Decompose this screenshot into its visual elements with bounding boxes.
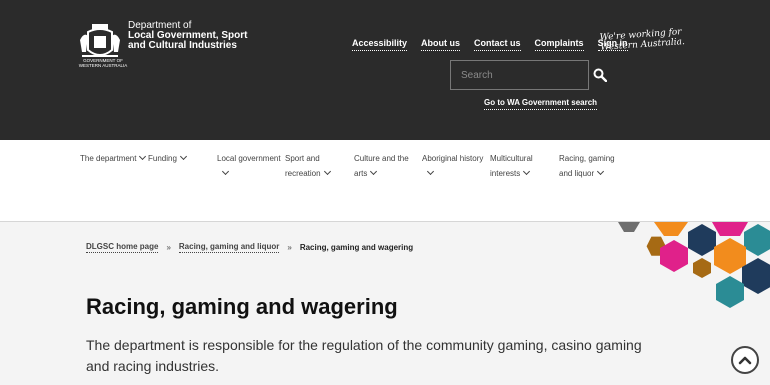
nav-label-line-1: Racing, gaming — [559, 154, 615, 163]
nav-label-line-2: arts — [354, 169, 368, 178]
nav-item-culture-and-the-arts[interactable]: Culture and the arts — [354, 151, 409, 181]
breadcrumb-parent-link[interactable]: Racing, gaming and liquor — [178, 242, 280, 253]
utility-links: Accessibility About us Contact us Compla… — [352, 38, 628, 51]
nav-item-aboriginal-history[interactable]: Aboriginal history — [422, 151, 483, 181]
wa-tagline: We're working for Western Australia. — [599, 27, 685, 53]
decorative-hexagons — [618, 222, 770, 308]
chevron-down-icon — [179, 152, 187, 161]
search-icon — [593, 68, 607, 82]
logo-line-3: and Cultural Industries — [128, 40, 237, 51]
hexagon — [742, 258, 770, 294]
hexagon — [716, 276, 744, 308]
nav-label: Funding — [148, 154, 177, 163]
about-us-link[interactable]: About us — [421, 38, 461, 51]
hexagon — [714, 238, 746, 274]
breadcrumb-home-link[interactable]: DLGSC home page — [86, 242, 159, 253]
nav-label-line-1: Multicultural — [490, 154, 533, 163]
nav-label-line-2: interests — [490, 169, 521, 178]
page-title: Racing, gaming and wagering — [86, 294, 398, 319]
chevron-down-icon — [221, 167, 230, 176]
chevron-down-icon — [597, 167, 605, 176]
chevron-down-icon — [426, 167, 435, 176]
back-to-top-button[interactable] — [731, 346, 759, 374]
hexagon — [693, 258, 711, 278]
complaints-link[interactable]: Complaints — [534, 38, 584, 51]
main-navigation: The department Funding Local government … — [0, 140, 770, 222]
hexagon — [712, 222, 748, 236]
breadcrumb: DLGSC home page » Racing, gaming and liq… — [86, 242, 413, 253]
nav-label: Aboriginal history — [422, 154, 484, 163]
logo-subtitle: GOVERNMENT OF WESTERN AUSTRALIA — [78, 58, 128, 68]
nav-item-the-department[interactable]: The department — [80, 151, 147, 166]
chevron-down-icon — [370, 167, 378, 176]
search-button[interactable] — [593, 61, 607, 89]
nav-label: The department — [80, 154, 137, 163]
hexagon — [654, 222, 688, 236]
nav-label-line-1: Sport and — [285, 154, 320, 163]
chevron-down-icon — [523, 167, 531, 176]
wa-government-search-link[interactable]: Go to WA Government search — [484, 98, 598, 110]
hexagon — [744, 224, 770, 256]
search-box — [450, 60, 607, 90]
accessibility-link[interactable]: Accessibility — [352, 38, 408, 51]
nav-item-sport-and-recreation[interactable]: Sport and recreation — [285, 151, 331, 181]
nav-label: Local government — [217, 154, 281, 163]
nav-item-racing-gaming-and-liquor[interactable]: Racing, gaming and liquor — [559, 151, 615, 181]
nav-item-multicultural-interests[interactable]: Multicultural interests — [490, 151, 533, 181]
breadcrumb-separator: » — [287, 243, 292, 252]
breadcrumb-current: Racing, gaming and wagering — [299, 243, 414, 252]
nav-item-local-government[interactable]: Local government — [217, 151, 281, 181]
nav-label-line-2: recreation — [285, 169, 321, 178]
nav-item-funding[interactable]: Funding — [148, 151, 187, 166]
site-header: Department of Local Government, Sport an… — [0, 0, 770, 140]
chevron-up-icon — [738, 356, 752, 365]
chevron-down-icon — [139, 152, 147, 161]
nav-label-line-2: and liquor — [559, 169, 595, 178]
hexagon — [618, 222, 640, 232]
chevron-down-icon — [323, 167, 331, 176]
search-input[interactable] — [451, 61, 593, 89]
contact-us-link[interactable]: Contact us — [474, 38, 521, 51]
page-intro: The department is responsible for the re… — [86, 337, 642, 374]
breadcrumb-separator: » — [166, 243, 171, 252]
nav-label-line-1: Culture and the — [354, 154, 409, 163]
hexagon — [688, 224, 716, 256]
